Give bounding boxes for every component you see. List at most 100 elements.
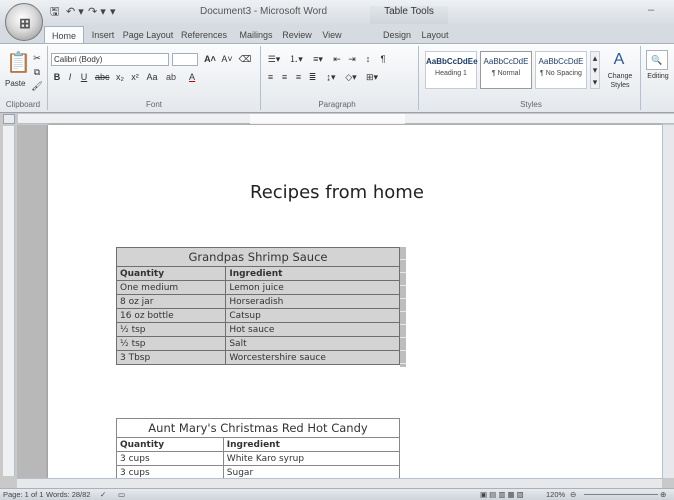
superscript-icon[interactable]: x²: [128, 71, 142, 83]
zoom-slider[interactable]: [584, 494, 658, 495]
tab-insert[interactable]: Insert: [88, 26, 118, 44]
cell-quantity[interactable]: 8 oz jar: [115, 294, 227, 309]
cell-quantity[interactable]: One medium: [115, 280, 227, 295]
paste-icon[interactable]: 📋: [6, 50, 31, 76]
cell-ingredient[interactable]: Catsup: [225, 308, 400, 323]
justify-icon[interactable]: ≣: [306, 71, 319, 83]
tab-home[interactable]: Home: [44, 26, 84, 44]
align-center-icon[interactable]: ≡: [278, 71, 291, 83]
show-formatting-icon[interactable]: ¶: [377, 53, 389, 65]
cell-ingredient[interactable]: Lemon juice: [225, 280, 400, 295]
cell-quantity[interactable]: ½ tsp: [115, 336, 227, 351]
table-row[interactable]: 16 oz bottle Catsup: [115, 308, 400, 323]
cell-quantity[interactable]: 16 oz bottle: [115, 308, 227, 323]
tab-references[interactable]: References: [178, 26, 230, 44]
page-count-status[interactable]: Page: 1 of 1: [3, 489, 43, 500]
table-row[interactable]: One medium Lemon juice: [115, 280, 400, 295]
clear-formatting-icon[interactable]: ⌫: [238, 53, 252, 65]
shrink-font-icon[interactable]: A˅: [219, 53, 235, 65]
font-color-icon[interactable]: A: [184, 71, 200, 83]
column-header-quantity[interactable]: Quantity: [116, 437, 224, 452]
save-icon[interactable]: 🖫: [50, 5, 59, 20]
subscript-icon[interactable]: x₂: [113, 71, 127, 83]
underline-icon[interactable]: U: [77, 71, 91, 83]
align-right-icon[interactable]: ≡: [292, 71, 305, 83]
proofing-icon[interactable]: ✓: [100, 489, 106, 500]
vertical-scrollbar[interactable]: [662, 125, 674, 478]
strikethrough-icon[interactable]: abc: [95, 71, 110, 83]
recipe-table-shrimp-sauce[interactable]: Grandpas Shrimp Sauce Quantity Ingredien…: [115, 247, 400, 365]
increase-indent-icon[interactable]: ⇥: [345, 53, 359, 65]
zoom-out-icon[interactable]: ⊖: [570, 489, 576, 500]
document-heading[interactable]: Recipes from home: [250, 182, 500, 203]
font-group-label: Font: [145, 100, 162, 109]
styles-scroll-icon[interactable]: ▴ ▾ ▾: [590, 51, 600, 89]
macro-record-icon[interactable]: ▭: [118, 489, 125, 500]
paste-button-label[interactable]: Paste: [5, 79, 25, 88]
table-row[interactable]: 8 oz jar Horseradish: [115, 294, 400, 309]
zoom-level[interactable]: 120%: [546, 489, 565, 500]
recipe-table-red-hot-candy[interactable]: Aunt Mary's Christmas Red Hot Candy Quan…: [116, 418, 401, 480]
tab-page-layout[interactable]: Page Layout: [122, 26, 174, 44]
shading-icon[interactable]: ◇▾: [342, 71, 360, 83]
redo-icon[interactable]: ↷ ▾: [88, 5, 106, 20]
line-spacing-icon[interactable]: ↨▾: [322, 71, 340, 83]
word-count-status[interactable]: Words: 28/82: [46, 489, 90, 500]
tab-mailings[interactable]: Mailings: [236, 26, 276, 44]
italic-icon[interactable]: I: [64, 71, 76, 83]
tab-review[interactable]: Review: [280, 26, 314, 44]
office-button[interactable]: ⊞: [5, 3, 43, 41]
minimize-icon[interactable]: –: [648, 4, 654, 16]
column-header-ingredient[interactable]: Ingredient: [222, 437, 401, 452]
tab-design[interactable]: Design: [380, 26, 414, 44]
decrease-indent-icon[interactable]: ⇤: [330, 53, 344, 65]
table-row[interactable]: 3 Tbsp Worcestershire sauce: [115, 350, 400, 365]
style-no-spacing[interactable]: AaBbCcDdE ¶ No Spacing: [535, 51, 587, 89]
tab-layout[interactable]: Layout: [418, 26, 452, 44]
cell-ingredient[interactable]: White Karo syrup: [222, 451, 401, 466]
format-painter-icon[interactable]: 🖌: [31, 80, 43, 92]
change-styles-label[interactable]: Change Styles: [604, 72, 636, 90]
editing-label[interactable]: Editing: [643, 73, 673, 80]
cell-ingredient[interactable]: Salt: [225, 336, 400, 351]
cell-ingredient[interactable]: Worcestershire sauce: [225, 350, 400, 365]
cut-icon[interactable]: ✂: [31, 52, 43, 64]
cell-quantity[interactable]: ½ tsp: [115, 322, 227, 337]
cell-quantity[interactable]: 3 cups: [116, 451, 224, 466]
change-case-icon[interactable]: Aa: [144, 71, 160, 83]
numbering-icon[interactable]: ⒈▾: [286, 53, 306, 65]
table-title[interactable]: Aunt Mary's Christmas Red Hot Candy: [116, 418, 400, 438]
table-row[interactable]: 3 cups White Karo syrup: [116, 451, 401, 466]
editing-icon[interactable]: 🔍: [646, 50, 668, 70]
cell-ingredient[interactable]: Hot sauce: [225, 322, 400, 337]
zoom-in-icon[interactable]: ⊕: [660, 489, 666, 500]
table-row[interactable]: ½ tsp Hot sauce: [115, 322, 400, 337]
multilevel-list-icon[interactable]: ≡▾: [308, 53, 328, 65]
bold-icon[interactable]: B: [51, 71, 63, 83]
tab-view[interactable]: View: [318, 26, 346, 44]
table-row[interactable]: ½ tsp Salt: [115, 336, 400, 351]
customize-qat-icon[interactable]: ▾: [110, 5, 116, 20]
horizontal-scrollbar[interactable]: [17, 478, 662, 488]
bullets-icon[interactable]: ☰▾: [264, 53, 284, 65]
borders-icon[interactable]: ⊞▾: [362, 71, 382, 83]
cell-quantity[interactable]: 3 Tbsp: [115, 350, 227, 365]
column-header-quantity[interactable]: Quantity: [115, 266, 227, 281]
highlight-icon[interactable]: ab: [163, 71, 179, 83]
column-header-ingredient[interactable]: Ingredient: [225, 266, 400, 281]
table-title[interactable]: Grandpas Shrimp Sauce: [116, 247, 400, 267]
font-name-combo[interactable]: Calibri (Body): [51, 53, 169, 66]
change-styles-icon[interactable]: A: [606, 50, 632, 70]
vertical-ruler[interactable]: [3, 126, 15, 476]
align-left-icon[interactable]: ≡: [264, 71, 277, 83]
grow-font-icon[interactable]: A˄: [202, 53, 218, 65]
cell-ingredient[interactable]: Horseradish: [225, 294, 400, 309]
copy-icon[interactable]: ⧉: [31, 66, 43, 78]
view-buttons-icon[interactable]: ▣ ▤ ▥ ▦ ▧: [480, 489, 524, 500]
tab-selector-button[interactable]: [3, 114, 15, 124]
undo-icon[interactable]: ↶ ▾: [66, 5, 84, 20]
style-normal[interactable]: AaBbCcDdE ¶ Normal: [480, 51, 532, 89]
style-heading-1[interactable]: AaBbCcDdEe Heading 1: [425, 51, 478, 89]
font-size-combo[interactable]: [172, 53, 198, 66]
sort-icon[interactable]: ↕: [361, 53, 375, 65]
